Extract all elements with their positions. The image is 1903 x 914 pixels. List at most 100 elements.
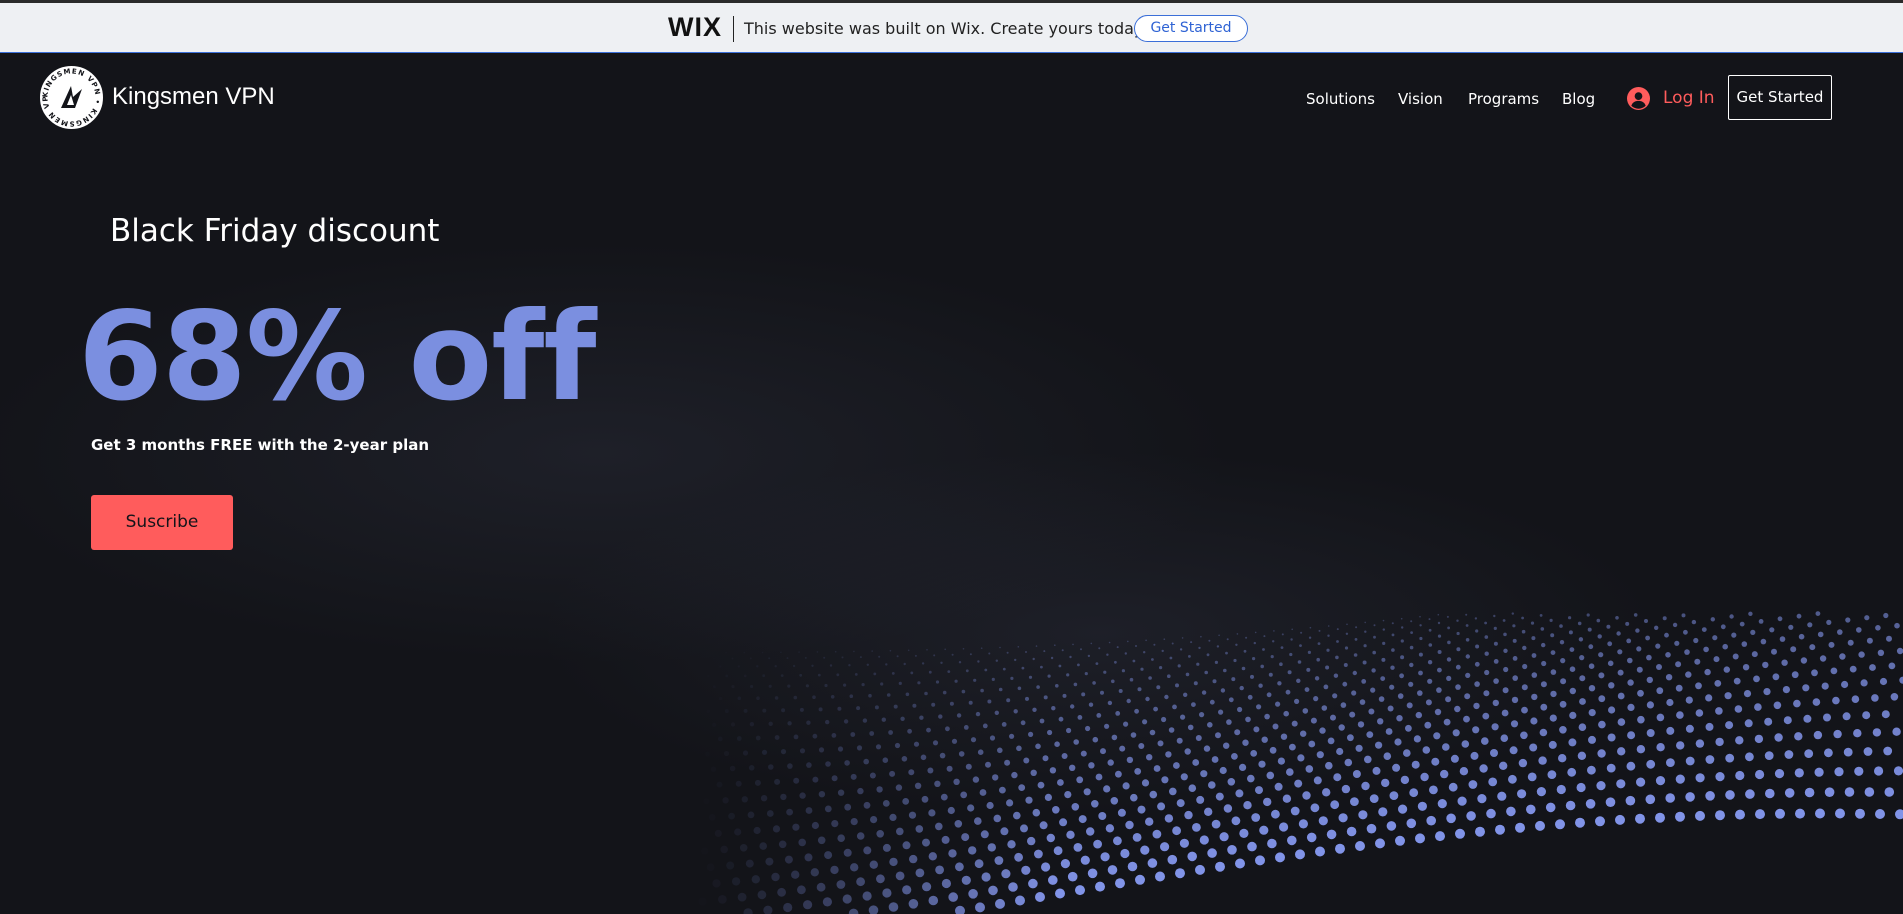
- wave-particle: [720, 845, 728, 854]
- wave-particle: [1153, 706, 1158, 712]
- wave-particle: [898, 681, 902, 686]
- wave-particle: [1400, 775, 1410, 785]
- wave-particle: [1145, 696, 1150, 702]
- wave-particle: [1047, 674, 1051, 678]
- wave-particle: [1586, 613, 1590, 617]
- wave-particle: [1231, 816, 1241, 826]
- wave-particle: [1100, 852, 1110, 862]
- wave-particle: [1395, 835, 1405, 846]
- wave-particle: [1351, 690, 1357, 696]
- wix-logo[interactable]: WIX: [668, 12, 722, 43]
- wave-particle: [1242, 739, 1249, 746]
- wave-particle: [908, 811, 917, 819]
- wave-particle: [1468, 780, 1478, 789]
- wave-particle: [1555, 819, 1565, 830]
- wave-particle: [1715, 707, 1723, 715]
- header-get-started-button[interactable]: Get Started: [1728, 75, 1832, 120]
- wave-particle: [1043, 695, 1048, 700]
- wave-particle: [1890, 693, 1899, 701]
- wave-particle: [1418, 670, 1423, 676]
- wave-particle: [1539, 614, 1543, 617]
- nav-item-programs[interactable]: Programs: [1468, 90, 1539, 108]
- wave-particle: [853, 650, 855, 653]
- wave-particle: [844, 803, 852, 811]
- wave-particle: [763, 905, 773, 914]
- site-logo[interactable]: KINGSMEN VPN • KINGSMEN VPN •: [38, 64, 105, 131]
- wave-particle: [1715, 810, 1725, 821]
- wave-particle: [734, 828, 742, 836]
- wave-particle: [743, 708, 748, 713]
- wave-particle: [843, 719, 849, 724]
- wave-particle: [834, 650, 837, 653]
- wave-particle: [747, 811, 755, 819]
- wave-particle: [1725, 753, 1735, 763]
- wave-particle: [861, 683, 865, 687]
- wave-particle: [1153, 643, 1156, 646]
- wave-particle: [1014, 658, 1017, 662]
- wave-particle: [988, 652, 991, 655]
- wave-particle: [1475, 644, 1480, 649]
- wave-particle: [1645, 635, 1650, 641]
- wave-particle: [831, 820, 839, 828]
- wave-particle: [1465, 613, 1468, 616]
- wave-particle: [806, 720, 811, 725]
- wave-particle: [1636, 745, 1646, 754]
- wave-particle: [1054, 741, 1060, 747]
- login-link[interactable]: Log In: [1627, 85, 1715, 111]
- wix-get-started-button[interactable]: Get Started: [1134, 15, 1248, 42]
- wave-particle: [1039, 718, 1045, 724]
- wave-particle: [1147, 858, 1158, 868]
- wave-particle: [1655, 643, 1661, 649]
- wave-particle: [1503, 648, 1508, 653]
- wave-particle: [958, 751, 965, 757]
- wave-particle: [1002, 667, 1006, 671]
- brand-name[interactable]: Kingsmen VPN: [112, 83, 275, 111]
- wave-particle: [981, 872, 991, 882]
- wave-particle: [836, 880, 846, 889]
- wave-particle: [1308, 740, 1316, 748]
- wave-particle: [928, 809, 936, 817]
- wave-particle: [908, 769, 915, 776]
- wave-particle: [753, 826, 761, 835]
- wave-particle: [1020, 720, 1026, 726]
- wave-particle: [1157, 802, 1166, 811]
- nav-item-vision[interactable]: Vision: [1398, 90, 1443, 108]
- wave-particle: [713, 685, 716, 688]
- wave-particle: [1234, 729, 1241, 736]
- wave-particle: [1871, 694, 1879, 702]
- wave-particle: [924, 691, 928, 696]
- wave-particle: [1235, 643, 1238, 646]
- wix-banner-divider: [733, 16, 734, 42]
- wave-particle: [1396, 715, 1403, 722]
- wave-particle: [1253, 641, 1257, 645]
- wave-particle: [1093, 839, 1102, 849]
- wave-particle: [1400, 617, 1403, 620]
- wave-particle: [1701, 627, 1707, 632]
- wave-particle: [889, 770, 896, 777]
- wave-particle: [1387, 705, 1394, 712]
- wave-particle: [1853, 729, 1862, 738]
- wave-particle: [1400, 639, 1404, 643]
- wave-particle: [1685, 671, 1692, 678]
- subscribe-button[interactable]: Suscribe: [91, 495, 233, 550]
- wave-particle: [1080, 750, 1087, 757]
- wave-particle: [1637, 715, 1645, 724]
- wave-particle: [1794, 768, 1804, 778]
- wave-particle: [1656, 743, 1665, 752]
- wave-particle: [793, 695, 798, 700]
- wave-particle: [1446, 675, 1452, 682]
- wave-particle: [1735, 770, 1745, 781]
- wave-particle: [1550, 669, 1557, 675]
- wave-particle: [1781, 659, 1788, 666]
- wave-particle: [1549, 714, 1557, 722]
- wave-particle: [1893, 766, 1903, 776]
- nav-item-solutions[interactable]: Solutions: [1306, 90, 1375, 108]
- wave-particle: [1849, 665, 1857, 673]
- wave-particle: [1636, 666, 1643, 673]
- wave-particle: [1892, 727, 1901, 736]
- wave-particle: [1297, 754, 1305, 762]
- nav-item-blog[interactable]: Blog: [1562, 90, 1595, 108]
- wave-particle: [1390, 665, 1395, 670]
- wave-particle: [935, 680, 940, 684]
- wave-particle: [1588, 709, 1596, 717]
